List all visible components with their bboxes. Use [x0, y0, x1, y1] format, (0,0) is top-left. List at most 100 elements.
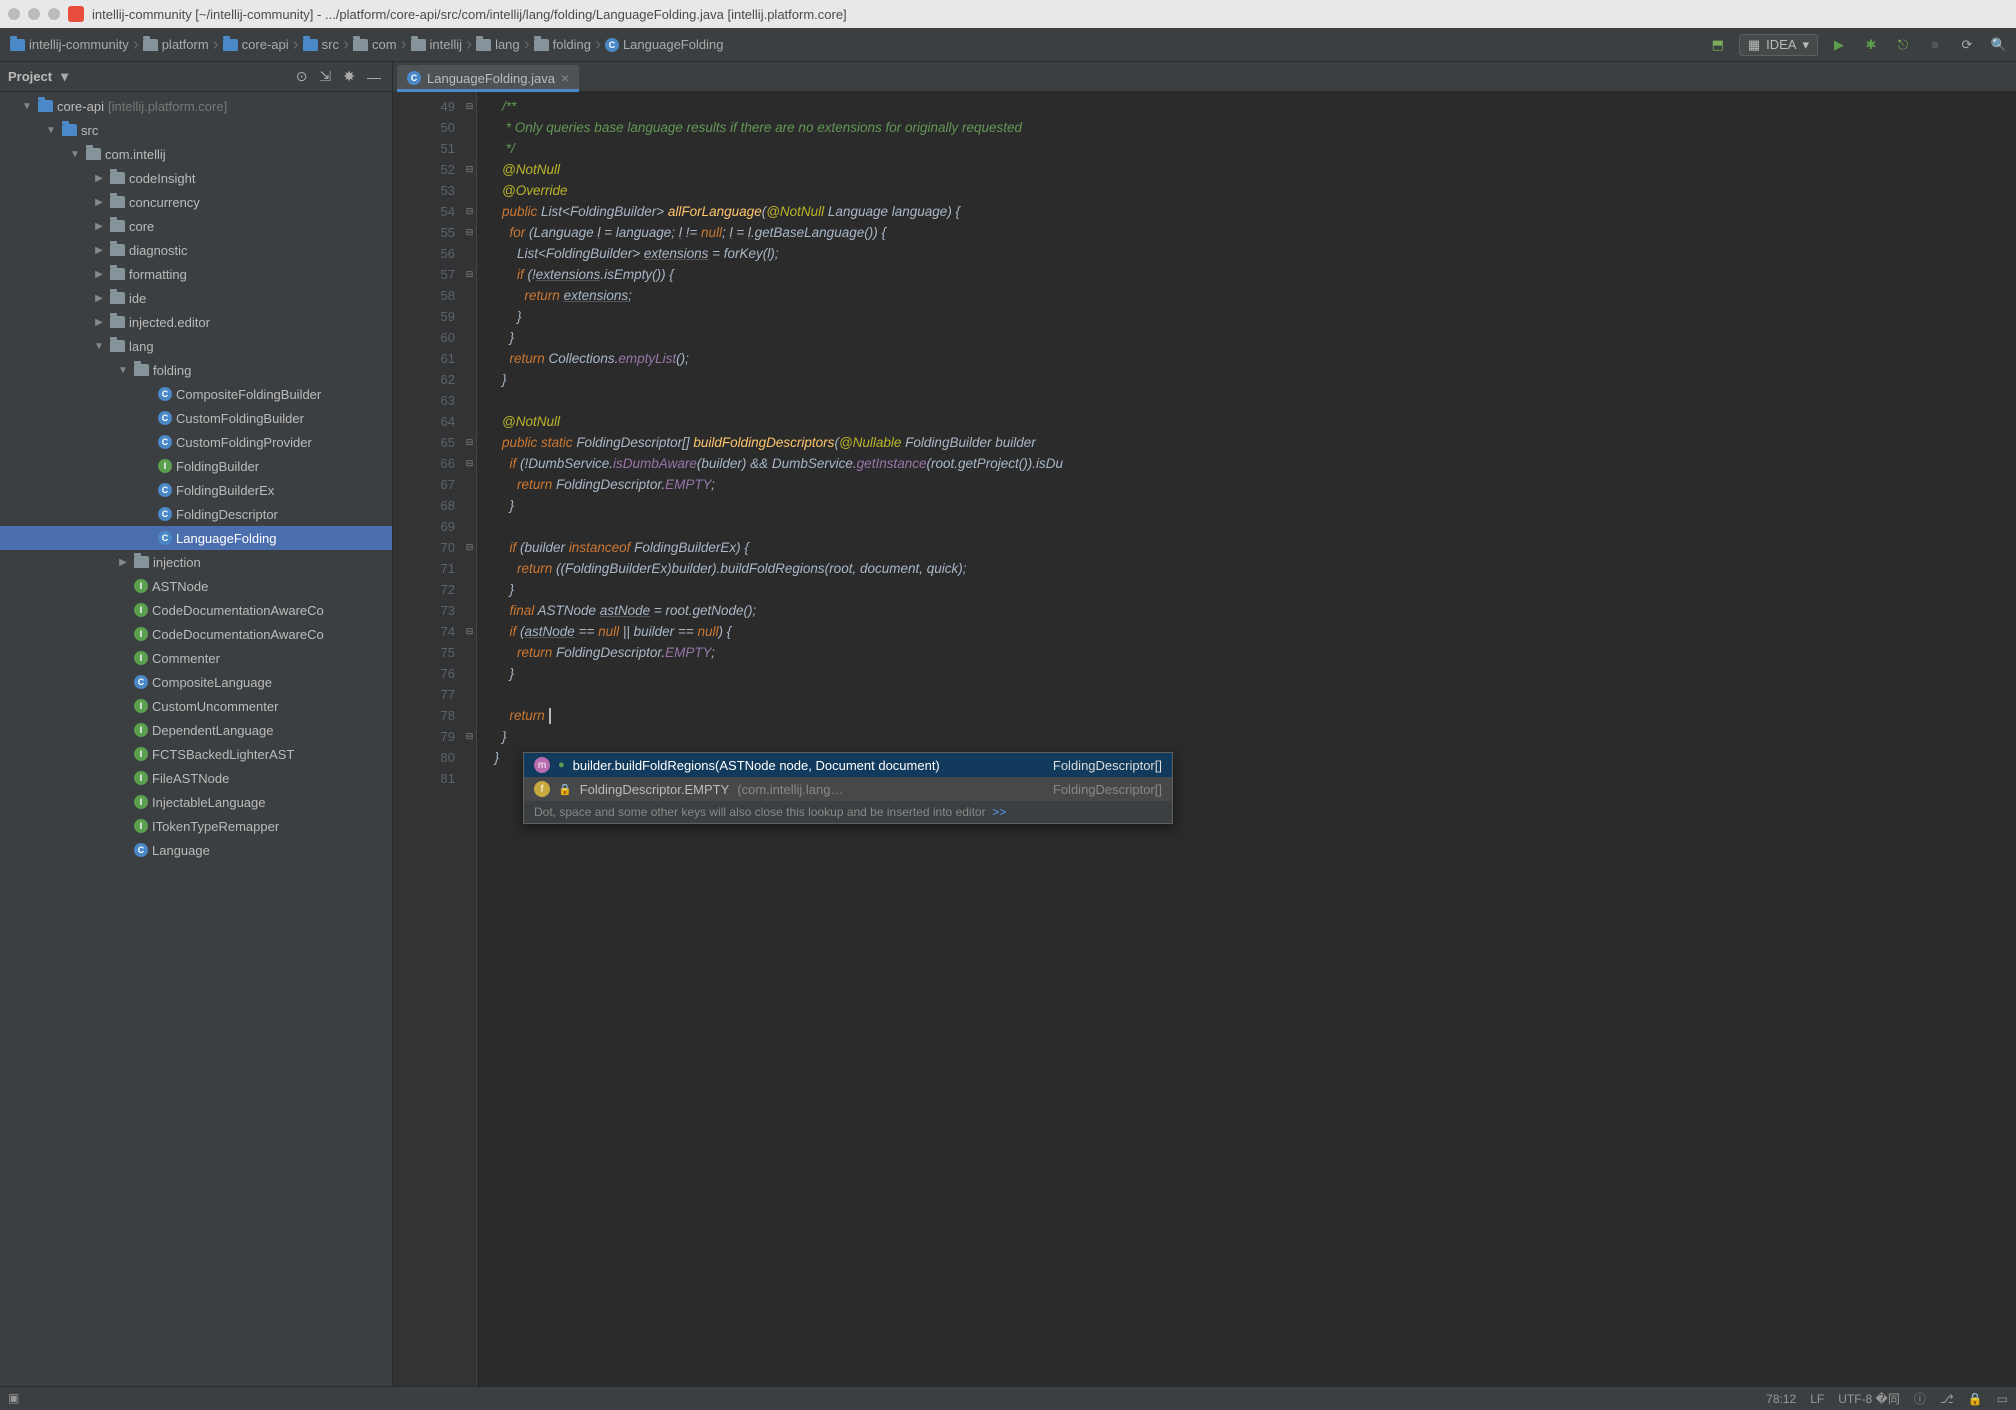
code-line[interactable]: public static FoldingDescriptor[] buildF… [487, 432, 2016, 453]
minimize-window-icon[interactable] [28, 8, 40, 20]
close-window-icon[interactable] [8, 8, 20, 20]
breadcrumb-item[interactable]: platform [139, 35, 213, 54]
tree-item[interactable]: ide [0, 286, 392, 310]
tool-windows-icon[interactable]: ▣ [8, 1391, 24, 1407]
breadcrumb-item[interactable]: folding [530, 35, 595, 54]
window-controls[interactable] [8, 8, 60, 20]
tree-item[interactable]: folding [0, 358, 392, 382]
tree-arrow-icon[interactable] [116, 365, 130, 376]
tree-item[interactable]: src [0, 118, 392, 142]
code-line[interactable]: return Collections.emptyList(); [487, 348, 2016, 369]
code-line[interactable]: return [487, 705, 2016, 726]
tree-item[interactable]: C CompositeLanguage [0, 670, 392, 694]
settings-icon[interactable]: ✸ [340, 68, 358, 85]
code-area[interactable]: /** * Only queries base language results… [477, 92, 2016, 1386]
tree-item[interactable]: injected.editor [0, 310, 392, 334]
code-line[interactable]: return ((FoldingBuilderEx)builder).build… [487, 558, 2016, 579]
tree-item[interactable]: com.intellij [0, 142, 392, 166]
code-line[interactable] [487, 390, 2016, 411]
code-line[interactable]: final ASTNode astNode = root.getNode(); [487, 600, 2016, 621]
code-line[interactable]: if (astNode == null || builder == null) … [487, 621, 2016, 642]
tree-arrow-icon[interactable] [92, 341, 106, 352]
tree-item[interactable]: I InjectableLanguage [0, 790, 392, 814]
file-encoding[interactable]: UTF-8 �同 [1838, 1390, 1900, 1407]
code-line[interactable] [487, 684, 2016, 705]
code-line[interactable]: */ [487, 138, 2016, 159]
completion-item[interactable]: m●builder.buildFoldRegions(ASTNode node,… [524, 753, 1172, 777]
tree-item[interactable]: I FoldingBuilder [0, 454, 392, 478]
breadcrumb-item[interactable]: lang [472, 35, 524, 54]
tree-item[interactable]: concurrency [0, 190, 392, 214]
project-tree[interactable]: core-api [intellij.platform.core] src co… [0, 92, 392, 864]
context-icon[interactable]: ⓘ [1914, 1390, 1926, 1407]
code-line[interactable]: List<FoldingBuilder> extensions = forKey… [487, 243, 2016, 264]
code-line[interactable]: @Override [487, 180, 2016, 201]
run-config-selector[interactable]: ▦ IDEA ▾ [1739, 34, 1818, 56]
tree-arrow-icon[interactable] [92, 269, 106, 280]
breadcrumb-item[interactable]: intellij [407, 35, 467, 54]
memory-indicator-icon[interactable]: ▭ [1997, 1392, 2008, 1406]
code-line[interactable]: if (!extensions.isEmpty()) { [487, 264, 2016, 285]
tree-arrow-icon[interactable] [20, 101, 34, 112]
breadcrumb-item[interactable]: src [299, 35, 343, 54]
tree-item[interactable]: C CompositeFoldingBuilder [0, 382, 392, 406]
code-line[interactable]: @NotNull [487, 159, 2016, 180]
code-line[interactable]: } [487, 726, 2016, 747]
tree-arrow-icon[interactable] [44, 125, 58, 136]
breadcrumb-item[interactable]: core-api [219, 35, 293, 54]
tree-item[interactable]: core [0, 214, 392, 238]
code-line[interactable]: } [487, 663, 2016, 684]
code-line[interactable]: return extensions; [487, 285, 2016, 306]
run-icon[interactable]: ▶ [1828, 34, 1850, 56]
tree-item[interactable]: core-api [intellij.platform.core] [0, 94, 392, 118]
code-line[interactable]: if (!DumbService.isDumbAware(builder) &&… [487, 453, 2016, 474]
line-separator[interactable]: LF [1810, 1392, 1824, 1406]
hide-panel-icon[interactable]: — [364, 69, 384, 85]
close-tab-icon[interactable]: × [561, 70, 569, 86]
tree-item[interactable]: I FCTSBackedLighterAST [0, 742, 392, 766]
tree-arrow-icon[interactable] [68, 149, 82, 160]
breadcrumb-item[interactable]: CLanguageFolding [601, 35, 727, 54]
tree-item[interactable]: lang [0, 334, 392, 358]
maximize-window-icon[interactable] [48, 8, 60, 20]
code-line[interactable]: } [487, 327, 2016, 348]
tree-item[interactable]: codeInsight [0, 166, 392, 190]
tree-arrow-icon[interactable] [92, 245, 106, 256]
tree-arrow-icon[interactable] [92, 221, 106, 232]
update-icon[interactable]: ⟳ [1956, 34, 1978, 56]
tree-item[interactable]: C FoldingBuilderEx [0, 478, 392, 502]
collapse-all-icon[interactable]: ⇲ [317, 68, 335, 85]
locate-icon[interactable]: ⊙ [293, 68, 311, 85]
breadcrumb[interactable]: intellij-community›platform›core-api›src… [6, 34, 1707, 55]
tree-item[interactable]: C CustomFoldingProvider [0, 430, 392, 454]
code-line[interactable]: @NotNull [487, 411, 2016, 432]
code-line[interactable]: /** [487, 96, 2016, 117]
editor-tabs[interactable]: C LanguageFolding.java × [393, 62, 2016, 92]
code-line[interactable]: } [487, 369, 2016, 390]
tree-item[interactable]: I DependentLanguage [0, 718, 392, 742]
code-line[interactable]: } [487, 306, 2016, 327]
git-icon[interactable]: ⎇ [1940, 1392, 1954, 1406]
popup-more-link[interactable]: >> [992, 805, 1006, 819]
tree-item[interactable]: I Commenter [0, 646, 392, 670]
tree-arrow-icon[interactable] [92, 197, 106, 208]
tree-item[interactable]: I FileASTNode [0, 766, 392, 790]
tree-arrow-icon[interactable] [92, 317, 106, 328]
code-line[interactable]: if (builder instanceof FoldingBuilderEx)… [487, 537, 2016, 558]
tree-item[interactable]: I CodeDocumentationAwareCo [0, 622, 392, 646]
tree-item[interactable]: C CustomFoldingBuilder [0, 406, 392, 430]
lock-icon[interactable]: 🔒 [1968, 1392, 1983, 1406]
code-line[interactable]: } [487, 495, 2016, 516]
code-line[interactable]: for (Language l = language; l != null; l… [487, 222, 2016, 243]
view-mode-dropdown-icon[interactable]: ▾ [58, 68, 71, 85]
tree-item[interactable]: C Language [0, 838, 392, 862]
editor-tab[interactable]: C LanguageFolding.java × [397, 65, 579, 91]
tree-arrow-icon[interactable] [116, 557, 130, 568]
build-icon[interactable]: ⬒ [1707, 34, 1729, 56]
code-line[interactable]: * Only queries base language results if … [487, 117, 2016, 138]
tree-item[interactable]: diagnostic [0, 238, 392, 262]
tree-arrow-icon[interactable] [92, 293, 106, 304]
tree-item[interactable]: I CodeDocumentationAwareCo [0, 598, 392, 622]
fold-column[interactable]: ⊟⊟⊟⊟⊟⊟⊟⊟⊟⊟ [463, 92, 477, 1386]
code-line[interactable]: return FoldingDescriptor.EMPTY; [487, 474, 2016, 495]
